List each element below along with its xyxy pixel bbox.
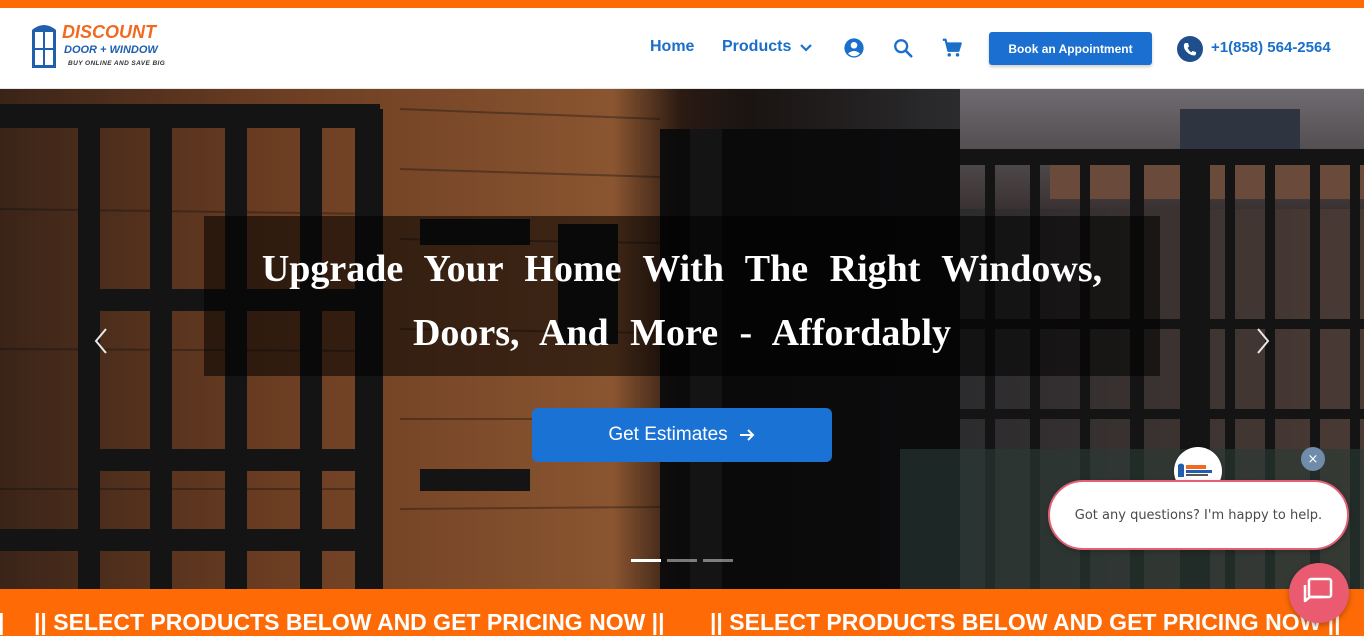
phone-icon[interactable]	[1177, 36, 1203, 62]
phone-number-link[interactable]: +1(858) 564-2564	[1211, 39, 1331, 56]
ticker-text-2: || SELECT PRODUCTS BELOW AND GET PRICING…	[710, 609, 1341, 635]
carousel-dot-1[interactable]	[631, 559, 661, 562]
logo-tagline: BUY ONLINE AND SAVE BIG	[68, 60, 166, 67]
ticker-lead-fragment: |	[0, 609, 5, 635]
logo-wordmark-bottom: DOOR + WINDOW	[64, 44, 158, 56]
site-header: DISCOUNT DOOR + WINDOW BUY ONLINE AND SA…	[0, 8, 1364, 89]
nav-home-link[interactable]: Home	[650, 38, 694, 56]
chat-prompt-bubble[interactable]: Got any questions? I'm happy to help.	[1048, 480, 1349, 550]
carousel-next-icon[interactable]	[1252, 325, 1274, 357]
chevron-down-icon[interactable]	[799, 41, 813, 55]
chat-close-button[interactable]: ×	[1301, 447, 1325, 471]
carousel-indicators	[631, 559, 741, 562]
chat-launcher-button[interactable]	[1289, 563, 1349, 623]
chat-bubble-icon	[1303, 577, 1333, 603]
chat-prompt-text: Got any questions? I'm happy to help.	[1074, 507, 1323, 523]
get-estimates-button[interactable]: Get Estimates	[532, 408, 832, 462]
top-accent-bar	[0, 0, 1364, 8]
carousel-prev-icon[interactable]	[90, 325, 112, 357]
carousel-dot-2[interactable]	[667, 559, 697, 562]
search-icon[interactable]	[892, 37, 914, 59]
nav-products-link[interactable]: Products	[722, 38, 791, 56]
carousel-dot-3[interactable]	[703, 559, 733, 562]
hero-title: Upgrade Your Home With The Right Windows…	[261, 248, 1103, 354]
arrow-right-icon	[739, 429, 755, 441]
ticker-text-1: || SELECT PRODUCTS BELOW AND GET PRICING…	[34, 609, 665, 635]
logo-wordmark-top: DISCOUNT	[62, 22, 156, 42]
account-icon[interactable]	[843, 37, 865, 59]
get-estimates-label: Get Estimates	[608, 424, 728, 445]
promo-ticker: | || SELECT PRODUCTS BELOW AND GET PRICI…	[0, 589, 1364, 636]
book-appointment-button[interactable]: Book an Appointment	[989, 32, 1152, 65]
site-logo[interactable]: DISCOUNT DOOR + WINDOW BUY ONLINE AND SA…	[30, 20, 180, 78]
window-logo-icon	[32, 25, 56, 68]
cart-icon[interactable]	[941, 37, 963, 59]
